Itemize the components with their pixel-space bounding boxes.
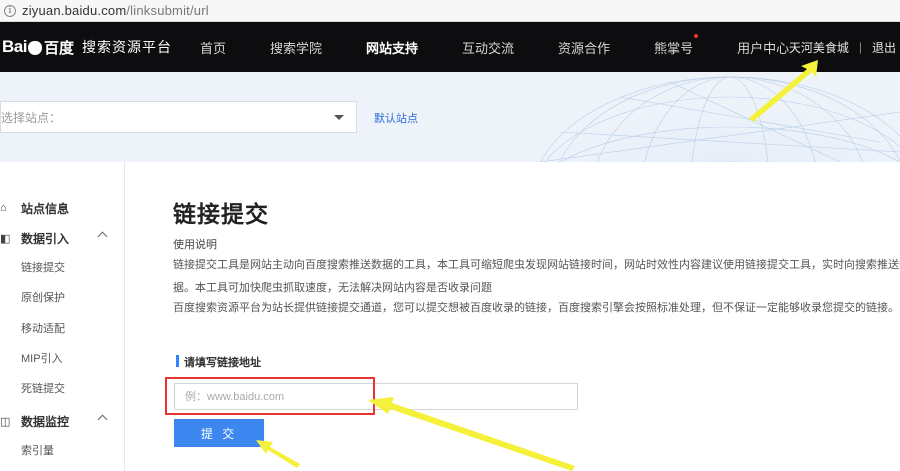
sidebar-item-label: 站点信息 xyxy=(21,201,70,216)
chevron-up-icon xyxy=(97,231,108,242)
sidebar-item-mobile-adapt[interactable]: 移动适配 xyxy=(0,318,125,338)
url-input[interactable] xyxy=(174,383,578,410)
site-info-icon[interactable]: i xyxy=(4,4,16,17)
user-separator: | xyxy=(858,40,862,54)
monitor-icon: ◫ xyxy=(0,415,11,428)
default-site-link[interactable]: 默认站点 xyxy=(374,110,418,126)
sidebar-item-data-monitor[interactable]: ◫ 数据监控 xyxy=(0,411,125,431)
sidebar-item-index-volume[interactable]: 索引量 xyxy=(0,440,125,460)
site-banner: 选择站点： 默认站点 xyxy=(0,72,900,162)
platform-name: 搜索资源平台 xyxy=(81,39,172,55)
chevron-up-icon xyxy=(97,414,108,425)
chevron-down-icon xyxy=(334,115,344,120)
nav-cooperation[interactable]: 资源合作 xyxy=(558,38,610,57)
sidebar-item-original-protection[interactable]: 原创保护 xyxy=(0,287,125,307)
nav-community[interactable]: 互动交流 xyxy=(462,38,514,57)
username-link[interactable]: 天河美食城 xyxy=(789,39,849,56)
home-icon: ⌂ xyxy=(0,202,7,214)
sidebar-item-label: 数据引入 xyxy=(21,231,70,246)
paw-icon xyxy=(27,41,42,55)
site-select-dropdown[interactable]: 选择站点： xyxy=(0,101,357,133)
sidebar: ⌂ 站点信息 ◧ 数据引入 链接提交 原创保护 移动适配 MIP引入 死链提交 … xyxy=(0,162,125,471)
sidebar-item-dead-link[interactable]: 死链提交 xyxy=(0,378,125,398)
import-icon: ◧ xyxy=(0,232,11,245)
sidebar-item-label: 移动适配 xyxy=(21,323,65,335)
nav-home[interactable]: 首页 xyxy=(200,38,226,57)
top-navigation: Bai 百度 搜索资源平台 首页 搜索学院 网站支持 互动交流 资源合作 熊掌号… xyxy=(0,22,900,72)
logout-link[interactable]: 退出 xyxy=(872,39,896,56)
description-line-1: 链接提交工具是网站主动向百度搜索推送数据的工具，本工具可缩短爬虫发现网站链接时间… xyxy=(173,259,900,271)
nav-xiongzhang[interactable]: 熊掌号 xyxy=(654,33,699,57)
notification-dot xyxy=(694,33,699,38)
submit-button[interactable]: 提 交 xyxy=(174,419,264,447)
user-area: 天河美食城 | 退出 xyxy=(789,22,896,72)
sidebar-item-label: 索引量 xyxy=(21,445,54,457)
page-title: 链接提交 xyxy=(173,201,269,227)
nav-site-support[interactable]: 网站支持 xyxy=(366,38,418,57)
url-field-label: 请填写链接地址 xyxy=(176,354,261,370)
description-line-2: 据。本工具可加快爬虫抓取速度，无法解决网站内容是否收录问题 xyxy=(173,282,492,294)
sidebar-item-label: 数据监控 xyxy=(21,414,70,429)
nav-academy[interactable]: 搜索学院 xyxy=(270,38,322,57)
baidu-logo[interactable]: Bai 百度 搜索资源平台 xyxy=(0,22,172,72)
sidebar-item-label: 链接提交 xyxy=(21,262,65,274)
nav-menu: 首页 搜索学院 网站支持 互动交流 资源合作 熊掌号 用户中心 xyxy=(200,33,833,57)
logo-text-cn: 百度 xyxy=(43,39,74,57)
usage-heading: 使用说明 xyxy=(173,239,217,251)
sidebar-item-label: MIP引入 xyxy=(21,353,63,365)
browser-address-bar[interactable]: i ziyuan.baidu.com/linksubmit/url xyxy=(0,0,900,22)
globe-illustration xyxy=(539,76,900,162)
sidebar-item-link-submit[interactable]: 链接提交 xyxy=(0,257,125,277)
sidebar-item-label: 死链提交 xyxy=(21,383,65,395)
description-line-3: 百度搜索资源平台为站长提供链接提交通道，您可以提交想被百度收录的链接，百度搜索引… xyxy=(173,302,899,314)
sidebar-item-mip[interactable]: MIP引入 xyxy=(0,348,125,368)
sidebar-item-label: 原创保护 xyxy=(21,292,65,304)
nav-user-center[interactable]: 用户中心 xyxy=(737,38,789,57)
sidebar-item-site-info[interactable]: ⌂ 站点信息 xyxy=(0,198,125,218)
logo-text: Bai xyxy=(2,37,27,56)
sidebar-item-data-import[interactable]: ◧ 数据引入 xyxy=(0,228,125,248)
address-url[interactable]: ziyuan.baidu.com/linksubmit/url xyxy=(22,3,209,18)
site-select-placeholder: 选择站点： xyxy=(1,110,62,125)
